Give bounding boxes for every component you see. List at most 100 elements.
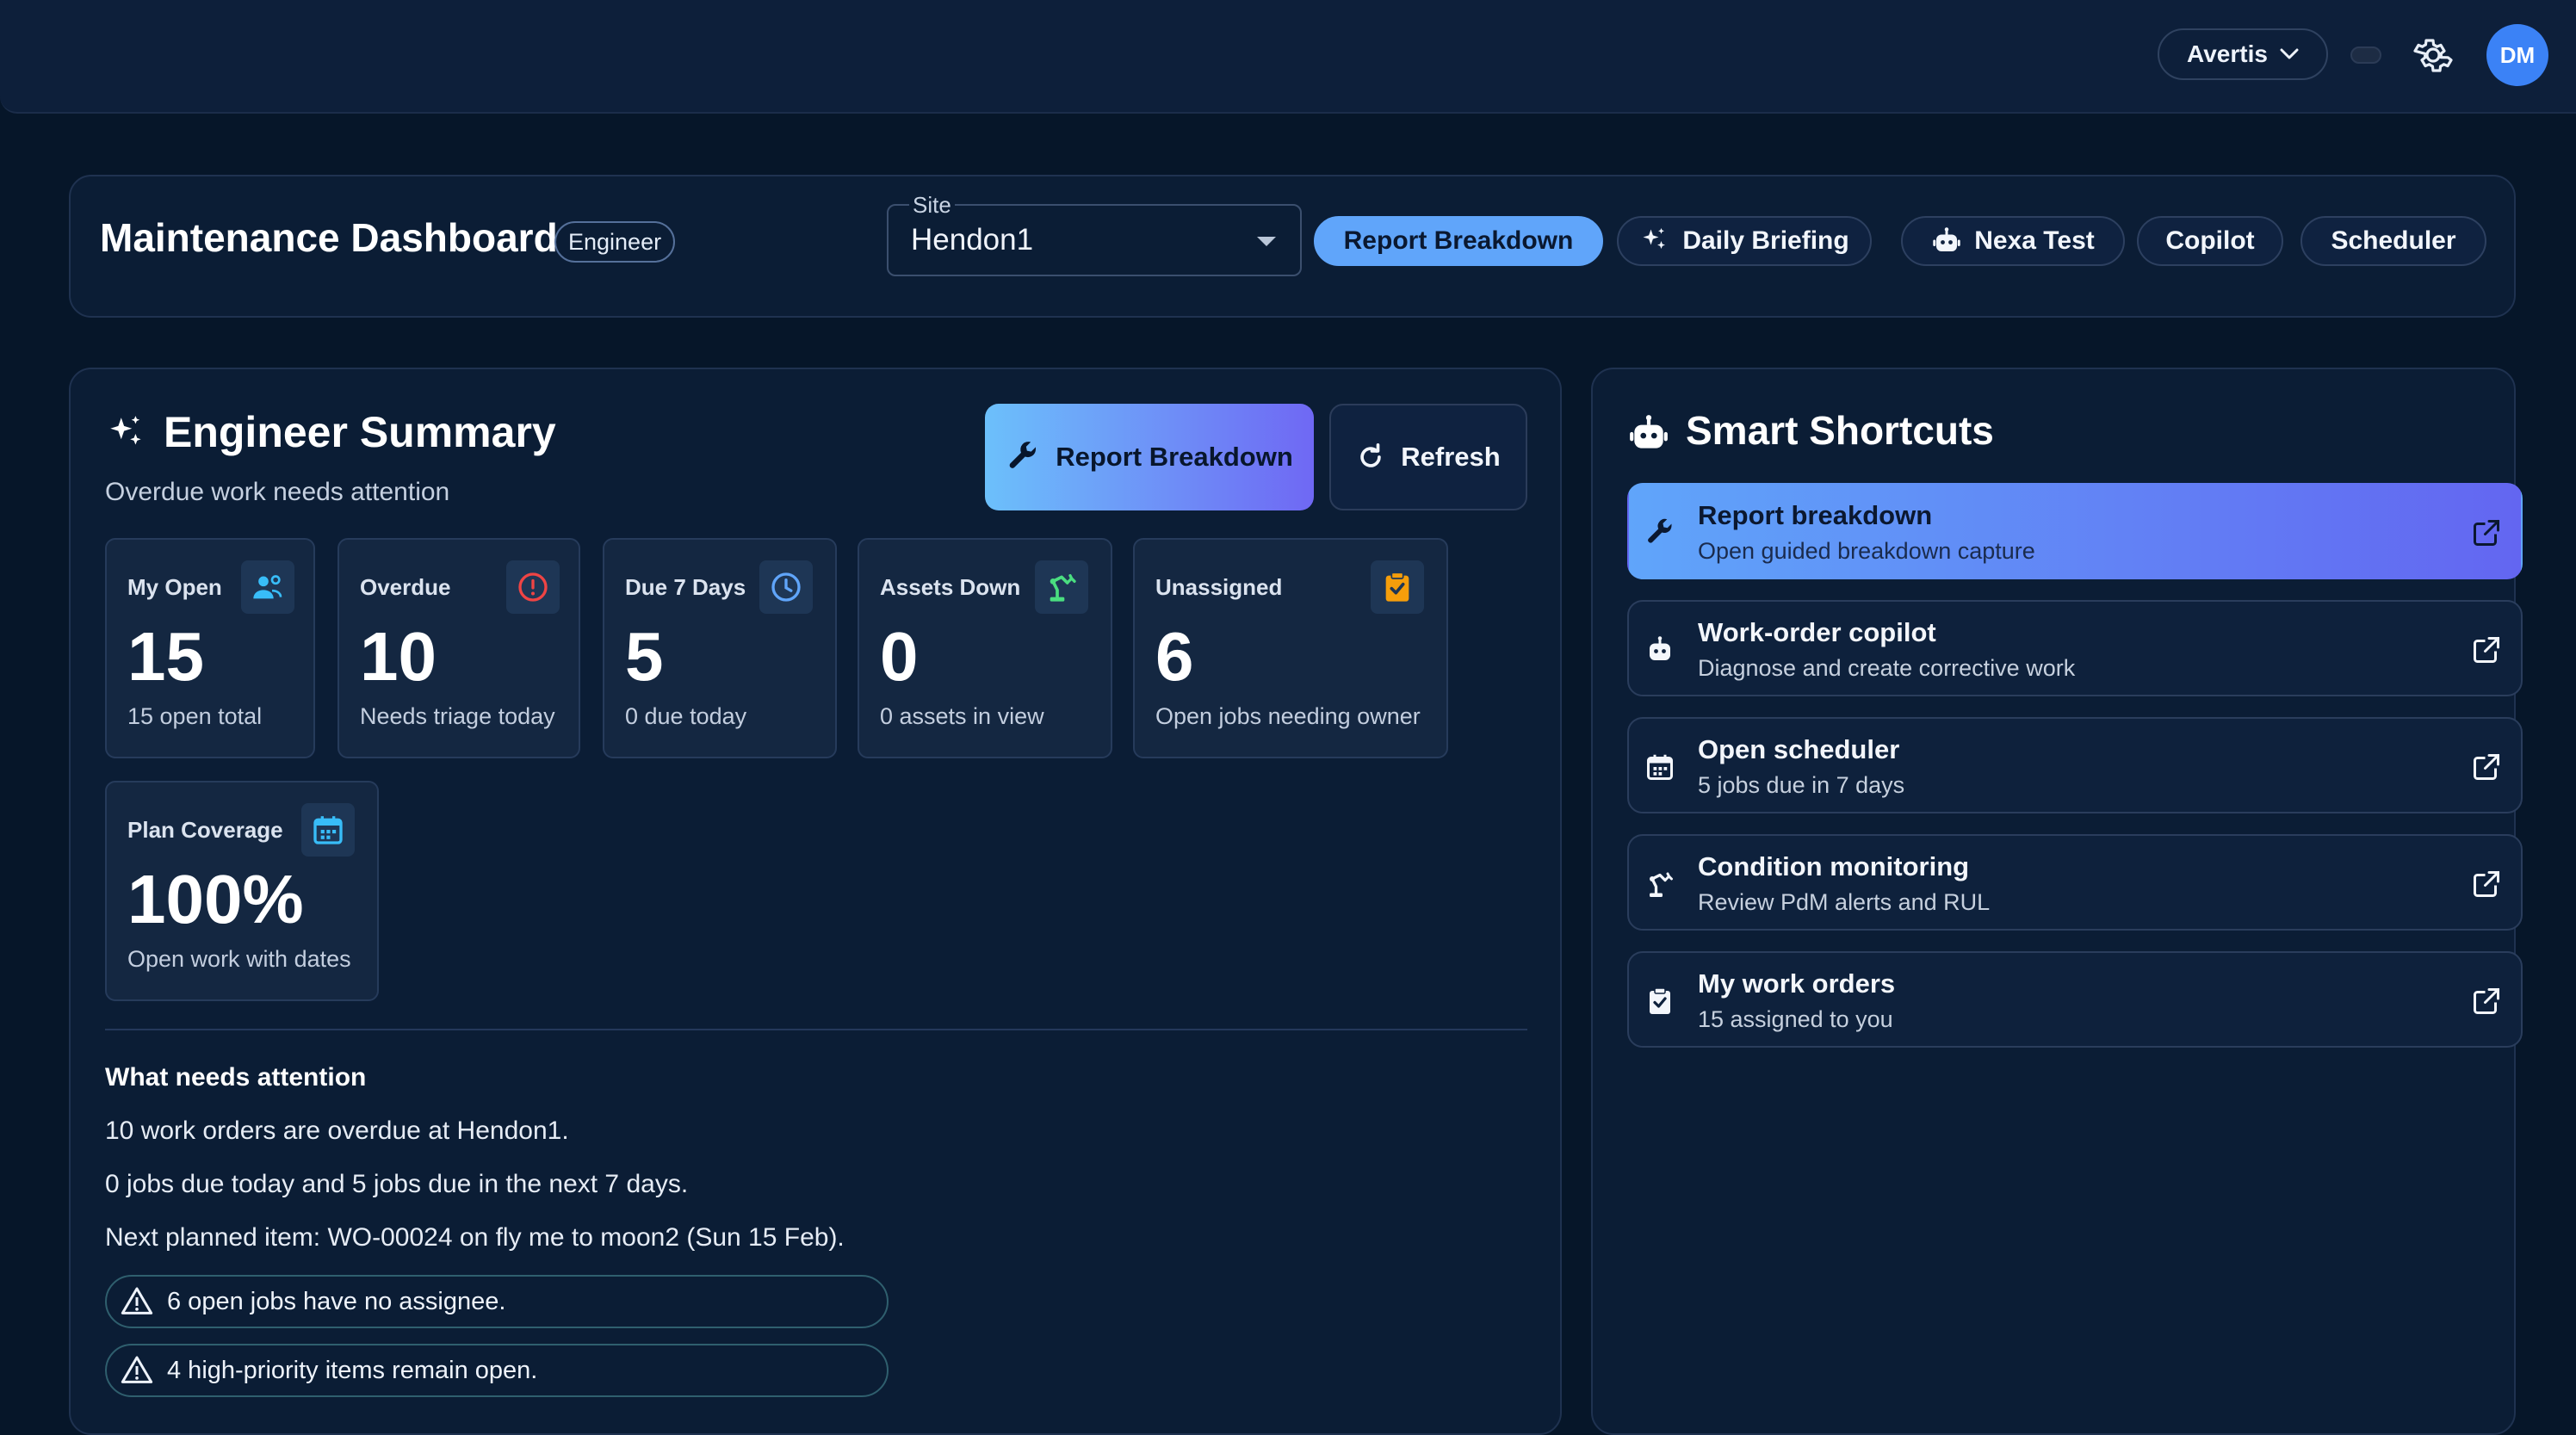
- kpi-label: Due 7 Days: [625, 574, 746, 600]
- nexa-test-button[interactable]: Nexa Test: [1901, 216, 2125, 266]
- account-name: Avertis: [2187, 40, 2268, 67]
- attention-line: 0 jobs due today and 5 jobs due in the n…: [105, 1170, 689, 1198]
- kpi-value: 0: [880, 618, 919, 695]
- report-breakdown-label: Report Breakdown: [1343, 226, 1574, 255]
- warning-chip: 4 high-priority items remain open.: [105, 1344, 889, 1397]
- shortcut-work-order-copilot[interactable]: Work-order copilot Diagnose and create c…: [1627, 600, 2523, 696]
- kpi-caption: 15 open total: [127, 703, 263, 729]
- daily-briefing-button[interactable]: Daily Briefing: [1617, 216, 1872, 266]
- kpi-label: My Open: [127, 574, 222, 600]
- clipboard-check-icon: [1650, 987, 1670, 1014]
- site-select[interactable]: Site Hendon1: [887, 192, 1302, 276]
- shortcut-desc: 15 assigned to you: [1698, 1006, 1893, 1032]
- shortcut-open-scheduler[interactable]: Open scheduler 5 jobs due in 7 days: [1627, 717, 2523, 813]
- sparkle-icon: [110, 416, 141, 445]
- kpi-overdue[interactable]: Overdue 10 Needs triage today: [337, 538, 580, 758]
- kpi-plan-coverage[interactable]: Plan Coverage 100% Open work with dates: [105, 781, 379, 1001]
- robot-icon: [1650, 636, 1670, 660]
- refresh-button[interactable]: Refresh: [1329, 404, 1527, 510]
- shortcut-desc: 5 jobs due in 7 days: [1698, 772, 1905, 798]
- chevron-down-icon: [2280, 48, 2299, 59]
- shortcut-condition-monitoring[interactable]: Condition monitoring Review PdM alerts a…: [1627, 834, 2523, 931]
- smart-shortcuts-panel: Smart Shortcuts Report breakdown Open gu…: [1591, 368, 2523, 1435]
- kpi-label: Unassigned: [1155, 574, 1283, 600]
- kpi-value: 15: [127, 618, 204, 695]
- wrench-icon: [1648, 518, 1672, 543]
- robot-arm-icon: [1035, 560, 1088, 614]
- scheduler-button[interactable]: Scheduler: [2300, 216, 2486, 266]
- kpi-assets-down[interactable]: Assets Down 0 0 assets in view: [858, 538, 1112, 758]
- wrench-icon: [1009, 442, 1037, 468]
- external-link-icon: [2474, 520, 2499, 546]
- refresh-label: Refresh: [1401, 442, 1501, 472]
- kpi-value: 10: [360, 618, 437, 695]
- attention-line: Next planned item: WO-00024 on fly me to…: [105, 1223, 845, 1252]
- warning-chip: 6 open jobs have no assignee.: [105, 1275, 889, 1328]
- section-divider: [105, 1029, 1527, 1030]
- warning-icon: [121, 1287, 153, 1314]
- report-breakdown-button[interactable]: Report Breakdown: [1314, 216, 1603, 266]
- summary-subtitle: Overdue work needs attention: [105, 478, 450, 506]
- warning-text: 4 high-priority items remain open.: [167, 1356, 538, 1384]
- copilot-button[interactable]: Copilot: [2137, 216, 2283, 266]
- warning-icon: [121, 1356, 153, 1383]
- shortcuts-title: Smart Shortcuts: [1686, 408, 1994, 453]
- kpi-value: 100%: [127, 861, 304, 937]
- copilot-label: Copilot: [2165, 226, 2255, 255]
- kpi-my-open[interactable]: My Open 15 15 open total: [105, 538, 315, 758]
- robot-icon: [1630, 415, 1668, 448]
- alert-circle-icon: [506, 560, 560, 614]
- warning-text: 6 open jobs have no assignee.: [167, 1287, 506, 1315]
- shortcut-title: Condition monitoring: [1698, 851, 1970, 881]
- role-badge: Engineer: [554, 221, 676, 263]
- account-selector[interactable]: Avertis: [2158, 28, 2328, 80]
- shortcut-desc: Open guided breakdown capture: [1698, 538, 2035, 564]
- refresh-icon: [1360, 442, 1382, 467]
- external-link-icon: [2474, 871, 2499, 897]
- daily-briefing-label: Daily Briefing: [1682, 226, 1849, 255]
- kpi-caption: Open jobs needing owner: [1155, 703, 1421, 729]
- shortcut-title: My work orders: [1698, 968, 1896, 999]
- engineer-summary-panel: Engineer Summary Overdue work needs atte…: [69, 368, 1562, 1435]
- attention-heading: What needs attention: [105, 1063, 367, 1092]
- shortcut-title: Work-order copilot: [1698, 617, 1936, 647]
- kpi-caption: Open work with dates: [127, 946, 351, 972]
- robot-icon: [1933, 227, 1960, 251]
- top-bar: Avertis DM: [0, 0, 2576, 114]
- kpi-due-7-days[interactable]: Due 7 Days 5 0 due today: [603, 538, 837, 758]
- clipboard-check-icon: [1371, 560, 1424, 614]
- scheduler-label: Scheduler: [2331, 226, 2456, 255]
- shortcut-title: Open scheduler: [1698, 734, 1900, 764]
- users-icon: [241, 560, 294, 614]
- robot-arm-icon: [1650, 872, 1673, 897]
- clock-icon: [759, 560, 813, 614]
- dashboard-header: Maintenance Dashboard Engineer Site Hend…: [69, 175, 2516, 318]
- kpi-unassigned[interactable]: Unassigned 6 Open jobs needing owner: [1133, 538, 1448, 758]
- kpi-value: 6: [1155, 618, 1194, 695]
- report-breakdown-primary-button[interactable]: Report Breakdown: [985, 404, 1314, 510]
- site-value: Hendon1: [911, 223, 1034, 257]
- shortcut-title: Report breakdown: [1698, 500, 1933, 530]
- shortcut-desc: Diagnose and create corrective work: [1698, 655, 2076, 681]
- shortcut-my-work-orders[interactable]: My work orders 15 assigned to you: [1627, 951, 2523, 1048]
- calendar-icon: [1647, 754, 1673, 780]
- external-link-icon: [2474, 637, 2499, 663]
- kpi-value: 5: [625, 618, 664, 695]
- kpi-label: Overdue: [360, 574, 451, 600]
- gear-icon[interactable]: [2412, 34, 2454, 76]
- page-title: Maintenance Dashboard: [100, 215, 558, 260]
- shortcut-desc: Review PdM alerts and RUL: [1698, 889, 1991, 915]
- external-link-icon: [2474, 988, 2499, 1014]
- external-link-icon: [2474, 754, 2499, 780]
- shortcut-report-breakdown[interactable]: Report breakdown Open guided breakdown c…: [1627, 483, 2523, 579]
- kpi-caption: 0 assets in view: [880, 703, 1044, 729]
- site-label: Site: [909, 192, 955, 219]
- nexa-test-label: Nexa Test: [1974, 226, 2095, 255]
- kpi-caption: 0 due today: [625, 703, 747, 729]
- caret-down-icon: [1257, 237, 1276, 246]
- theme-toggle[interactable]: [2350, 46, 2381, 64]
- kpi-label: Assets Down: [880, 574, 1021, 600]
- user-avatar[interactable]: DM: [2486, 24, 2548, 86]
- kpi-caption: Needs triage today: [360, 703, 555, 729]
- sparkle-icon: [1643, 228, 1666, 249]
